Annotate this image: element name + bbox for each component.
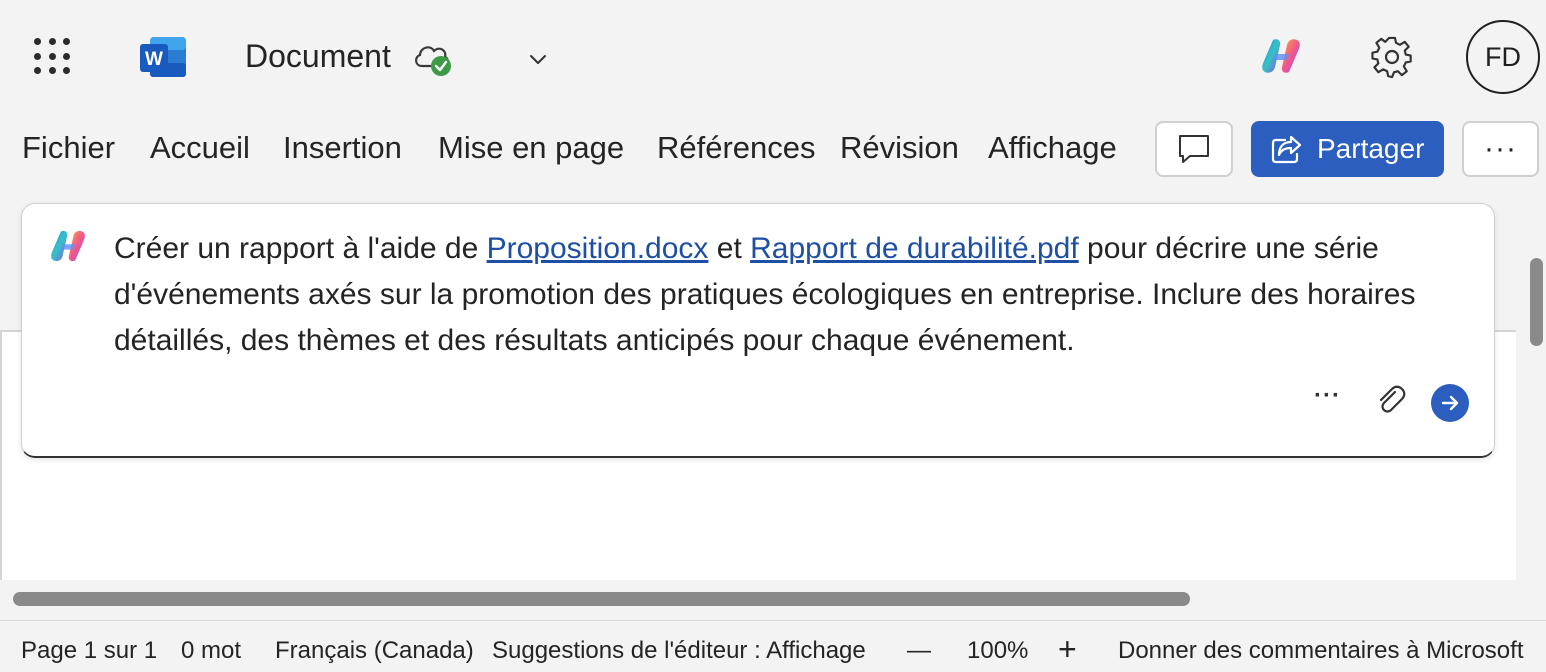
editor-suggestions[interactable]: Suggestions de l'éditeur : Affichage (492, 637, 866, 665)
gear-icon[interactable] (1370, 35, 1414, 79)
comments-button[interactable] (1155, 121, 1233, 177)
more-options-button[interactable]: ··· (1462, 121, 1539, 177)
rapport-durabilite-pdf-link[interactable]: Rapport de durabilité.pdf (750, 232, 1079, 265)
comment-icon (1179, 135, 1209, 163)
tab-mise-en-page[interactable]: Mise en page (438, 130, 624, 166)
share-label: Partager (1317, 133, 1425, 164)
svg-text:W: W (145, 49, 163, 70)
tab-fichier[interactable]: Fichier (22, 130, 115, 166)
tab-references[interactable]: Références (657, 130, 816, 166)
send-arrow-icon (1441, 395, 1459, 411)
tab-revision[interactable]: Révision (840, 130, 959, 166)
status-bar: Page 1 sur 1 0 mot Français (Canada) Sug… (0, 620, 1546, 672)
prompt-text-part: Créer un rapport à l'aide de (114, 232, 487, 265)
zoom-in-button[interactable]: + (1058, 631, 1077, 668)
horizontal-scrollbar[interactable] (13, 592, 1190, 606)
app-launcher-icon[interactable] (34, 38, 72, 76)
document-title[interactable]: Document (245, 38, 391, 75)
tab-affichage[interactable]: Affichage (988, 130, 1117, 166)
zoom-out-button[interactable]: — (907, 637, 931, 665)
cloud-saved-icon[interactable] (412, 40, 454, 78)
tab-accueil[interactable]: Accueil (150, 130, 250, 166)
copilot-icon (51, 230, 85, 262)
word-logo-icon[interactable]: W (140, 35, 188, 79)
prompt-text-part: et (708, 232, 751, 265)
chevron-down-icon[interactable] (526, 47, 550, 71)
tab-insertion[interactable]: Insertion (283, 130, 402, 166)
share-icon (1271, 135, 1302, 164)
prompt-more-icon[interactable]: ··· (1314, 382, 1341, 410)
page-count[interactable]: Page 1 sur 1 (21, 637, 157, 665)
language-status[interactable]: Français (Canada) (275, 637, 474, 665)
word-count[interactable]: 0 mot (181, 637, 241, 665)
zoom-level[interactable]: 100% (967, 637, 1028, 665)
copilot-prompt-card: Créer un rapport à l'aide de Proposition… (21, 203, 1495, 458)
share-button[interactable]: Partager (1251, 121, 1444, 177)
feedback-link[interactable]: Donner des commentaires à Microsoft (1118, 637, 1524, 665)
prompt-text[interactable]: Créer un rapport à l'aide de Proposition… (114, 226, 1474, 364)
more-icon: ··· (1484, 132, 1517, 165)
paperclip-icon[interactable] (1375, 384, 1407, 416)
ribbon-tabs: Fichier Accueil Insertion Mise en page R… (0, 118, 1546, 180)
vertical-scrollbar[interactable] (1530, 258, 1543, 346)
title-bar: W Document FD (0, 0, 1546, 110)
copilot-icon[interactable] (1259, 36, 1303, 76)
user-avatar[interactable]: FD (1466, 20, 1540, 94)
send-button[interactable] (1431, 384, 1469, 422)
proposition-docx-link[interactable]: Proposition.docx (487, 232, 709, 265)
